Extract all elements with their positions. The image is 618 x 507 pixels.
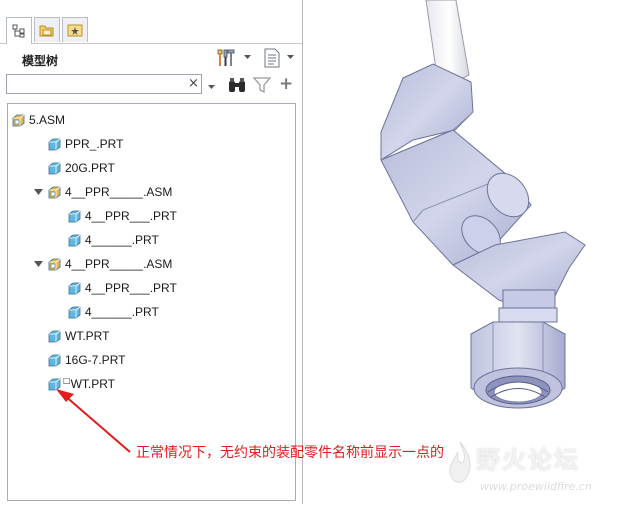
assembly-icon <box>48 186 61 199</box>
tree-node-assembly[interactable]: 4__PPR_____.ASM <box>32 254 172 274</box>
chevron-down-icon[interactable] <box>244 55 252 61</box>
tree-node-label: 5.ASM <box>29 113 66 127</box>
tree-node-part[interactable]: 16G-7.PRT <box>48 350 125 370</box>
watermark-name: 野火论坛 <box>476 446 580 474</box>
tree-node-label: 4__PPR_____.ASM <box>65 257 173 271</box>
tree-node-part[interactable]: 4______.PRT <box>68 302 159 322</box>
filter-button[interactable] <box>252 76 272 97</box>
navigator-tabs <box>0 0 302 44</box>
tree-node-label: 4__PPR___.PRT <box>85 209 177 223</box>
tree-node-part[interactable]: 4__PPR___.PRT <box>68 278 177 298</box>
add-column-button[interactable]: + <box>279 74 293 94</box>
panel-title: 模型树 <box>22 54 59 68</box>
assembly-icon <box>12 114 25 127</box>
list-icon <box>264 48 280 68</box>
tab-favorites[interactable] <box>62 17 88 42</box>
tree-node-label: 4__PPR_____.ASM <box>65 185 173 199</box>
tab-model-tree[interactable] <box>6 17 32 44</box>
tree-node-part[interactable]: PPR_.PRT <box>48 134 123 154</box>
search-bar: × + <box>0 74 302 98</box>
filter-icon <box>252 77 272 94</box>
tree-node-label: 20G.PRT <box>65 161 115 175</box>
tab-folder-browser[interactable] <box>34 17 60 42</box>
tree-node-part[interactable]: 20G.PRT <box>48 158 115 178</box>
annotation-note: 正常情况下，无约束的装配零件名称前显示一点的 <box>136 445 444 461</box>
unconstrained-marker-icon: □ <box>63 376 71 385</box>
tree-node-label: PPR_.PRT <box>65 137 124 151</box>
tree-node-part[interactable]: 4__PPR___.PRT <box>68 206 177 226</box>
tree-node-label: 4______.PRT <box>85 233 159 247</box>
tree-node-label: WT.PRT <box>65 329 110 343</box>
part-icon <box>68 210 81 223</box>
expand-toggle-icon[interactable] <box>32 188 44 196</box>
tree-node-label: WT.PRT <box>70 377 116 391</box>
model-tree-icon <box>12 24 25 38</box>
tree-header: 模型树 <box>0 44 302 72</box>
show-button[interactable] <box>262 48 282 68</box>
graphics-window[interactable] <box>303 0 618 504</box>
binoculars-icon <box>229 78 245 92</box>
pipe-assembly-model <box>380 0 586 409</box>
tree-node-label: 4__PPR___.PRT <box>85 281 177 295</box>
tree-node-assembly[interactable]: 5.ASM <box>12 110 65 130</box>
tree-node-part[interactable]: 4______.PRT <box>68 230 159 250</box>
part-icon <box>48 162 61 175</box>
tree-node-label: 4______.PRT <box>85 305 159 319</box>
part-icon <box>48 378 61 391</box>
tools-icon <box>217 49 235 66</box>
assembly-icon <box>48 258 61 271</box>
tree-node-part[interactable]: WT.PRT <box>48 326 109 346</box>
part-icon <box>48 330 61 343</box>
part-icon <box>48 138 61 151</box>
favorites-icon <box>67 24 83 37</box>
forum-watermark: 野火论坛 www.proewildfire.cn <box>440 436 618 504</box>
watermark-url: www.proewildfire.cn <box>480 480 592 493</box>
tree-node-label: 16G-7.PRT <box>65 353 126 367</box>
part-icon <box>48 354 61 367</box>
find-button[interactable] <box>227 76 247 97</box>
expand-toggle-icon[interactable] <box>32 260 44 268</box>
folder-browser-icon <box>39 25 54 37</box>
part-icon <box>68 234 81 247</box>
part-icon <box>68 282 81 295</box>
tree-node-assembly[interactable]: 4__PPR_____.ASM <box>32 182 172 202</box>
settings-button[interactable] <box>216 48 240 68</box>
tree-node-part[interactable]: □ WT.PRT <box>48 374 115 394</box>
model-tree-panel: 模型树 × + 5.ASM PPR_.PRT 20G.PRT 4__PPR___… <box>0 0 303 504</box>
chevron-down-icon[interactable] <box>287 55 295 61</box>
chevron-down-icon[interactable] <box>208 80 216 94</box>
clear-icon[interactable]: × <box>188 77 199 91</box>
search-input[interactable] <box>6 74 202 94</box>
part-icon <box>68 306 81 319</box>
flame-logo-icon <box>449 441 471 483</box>
